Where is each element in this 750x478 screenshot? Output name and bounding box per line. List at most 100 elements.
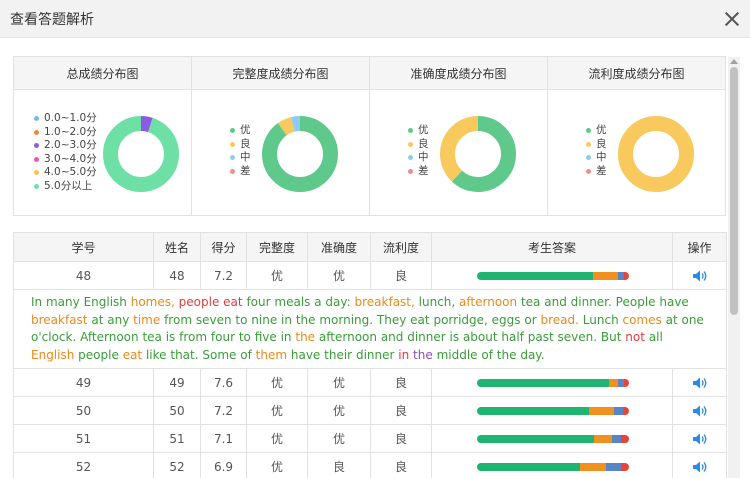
legend-item: 良 (586, 138, 607, 152)
cell-action (672, 424, 727, 453)
table-row[interactable]: 50 50 7.2 优优良 (13, 396, 727, 425)
legend-label: 中 (596, 151, 607, 163)
answer-word: of (481, 347, 493, 362)
answer-score-bar[interactable] (477, 434, 629, 443)
answer-word: about (462, 330, 498, 344)
bar-segment (624, 271, 629, 280)
answer-word: Lunch (582, 312, 619, 327)
table-row[interactable]: 49 49 7.6 优优良 (13, 368, 727, 397)
legend-label: 5.0分以上 (44, 179, 93, 192)
table-row[interactable]: 48 48 7.2 优优良 (13, 261, 727, 290)
answer-word: dinner (355, 347, 395, 362)
legend-label: 优 (418, 124, 429, 136)
legend-dot (34, 156, 39, 162)
cell-completeness: 优 (246, 368, 308, 397)
legend-item: 0.0~1.0分 (34, 112, 97, 126)
answer-word: afternoon (459, 295, 518, 309)
answer-word: all (648, 330, 663, 344)
answer-score-bar[interactable] (477, 271, 629, 280)
cell-answer (431, 368, 673, 397)
cell-student-id: 51 (13, 424, 154, 453)
answer-word: them (255, 347, 288, 362)
legend-item: 优 (586, 124, 607, 138)
legend-label: 差 (240, 164, 251, 177)
answer-word: People (615, 295, 656, 309)
cell-accuracy: 良 (307, 452, 371, 478)
bar-segment (606, 462, 622, 471)
bar-segment (477, 434, 595, 443)
answer-word: English (31, 347, 75, 362)
legend-dot (34, 129, 39, 135)
answer-score-bar[interactable] (477, 378, 629, 387)
cell-answer (431, 261, 673, 290)
answer-word: five (254, 330, 277, 344)
answer-detail-row: In many English homes, people eat four m… (13, 289, 727, 369)
answer-word: porridge, (433, 312, 488, 327)
speaker-icon[interactable] (692, 432, 708, 446)
table-row[interactable]: 51 51 7.1 优优良 (13, 424, 727, 453)
donut-chart (618, 116, 694, 192)
answer-word: the (496, 347, 517, 362)
legend-label: 3.0~4.0分 (44, 152, 97, 165)
answer-word: English (83, 295, 127, 309)
chart-legend: 优良中差 (586, 124, 607, 178)
answer-word: four (246, 295, 271, 309)
header-student-id: 学号 (13, 232, 154, 262)
legend-dot (586, 155, 591, 161)
vertical-scrollbar[interactable] (728, 57, 740, 478)
header-score: 得分 (200, 232, 247, 262)
answer-word: of (240, 347, 252, 362)
table-row[interactable]: 52 52 6.9 优良良 (13, 452, 727, 478)
chart-body: 0.0~1.0分 1.0~2.0分 2.0~3.0分 3.0~4.0分 4.0~5.0分… (14, 90, 191, 215)
cell-score: 6.9 (200, 452, 247, 478)
answer-score-bar[interactable] (477, 462, 629, 471)
cell-student-id: 52 (13, 452, 154, 478)
close-icon[interactable] (724, 11, 740, 27)
answer-word: from (179, 330, 208, 344)
header-completeness: 完整度 (246, 232, 308, 262)
cell-score: 7.2 (200, 396, 247, 425)
cell-fluency: 良 (370, 452, 432, 478)
speaker-icon[interactable] (692, 376, 708, 390)
bar-segment (621, 462, 629, 471)
cell-action (672, 452, 727, 478)
cell-fluency: 良 (370, 368, 432, 397)
speaker-icon[interactable] (692, 460, 708, 474)
answer-word: tea (520, 295, 541, 309)
bar-segment (580, 462, 607, 471)
answer-word: not (625, 330, 645, 344)
answer-word: many (45, 295, 80, 309)
cell-fluency: 良 (370, 261, 432, 290)
header-name: 姓名 (153, 232, 201, 262)
answer-word: dinner. (570, 295, 612, 309)
legend-item: 差 (408, 165, 429, 179)
dialog-content[interactable]: 总成绩分布图 0.0~1.0分 1.0~2.0分 2.0~3.0分 3.0~4.0分 4… (0, 38, 750, 478)
cell-score: 7.1 (200, 424, 247, 453)
answer-word: day: (325, 295, 351, 309)
legend-item: 中 (230, 151, 251, 165)
speaker-icon[interactable] (692, 404, 708, 418)
scroll-up-arrow-icon[interactable] (730, 59, 738, 64)
donut-slice (103, 116, 179, 192)
legend-dot (34, 170, 39, 176)
cell-completeness: 优 (246, 396, 308, 425)
cell-name: 52 (153, 452, 201, 478)
legend-label: 中 (418, 151, 429, 163)
legend-item: 优 (408, 124, 429, 138)
speaker-icon[interactable] (692, 269, 708, 283)
header-action: 操作 (672, 232, 727, 262)
answer-word: in (280, 330, 292, 344)
scrollbar-thumb[interactable] (730, 67, 738, 315)
donut-chart (103, 116, 179, 192)
answer-word: eat (223, 295, 243, 309)
answer-word: have (290, 347, 321, 362)
answer-score-bar[interactable] (477, 406, 629, 415)
answer-word: their (324, 347, 353, 362)
results-table: 学号 姓名 得分 完整度 准确度 流利度 考生答案 操作 48 48 7.2 优优良 I… (13, 232, 727, 478)
answer-word: or (524, 312, 537, 327)
answer-word: in (281, 312, 292, 327)
dialog-title: 查看答题解析 (10, 11, 94, 28)
answer-word: to (235, 312, 248, 327)
legend-item: 优 (230, 124, 251, 138)
legend-label: 良 (418, 137, 429, 150)
